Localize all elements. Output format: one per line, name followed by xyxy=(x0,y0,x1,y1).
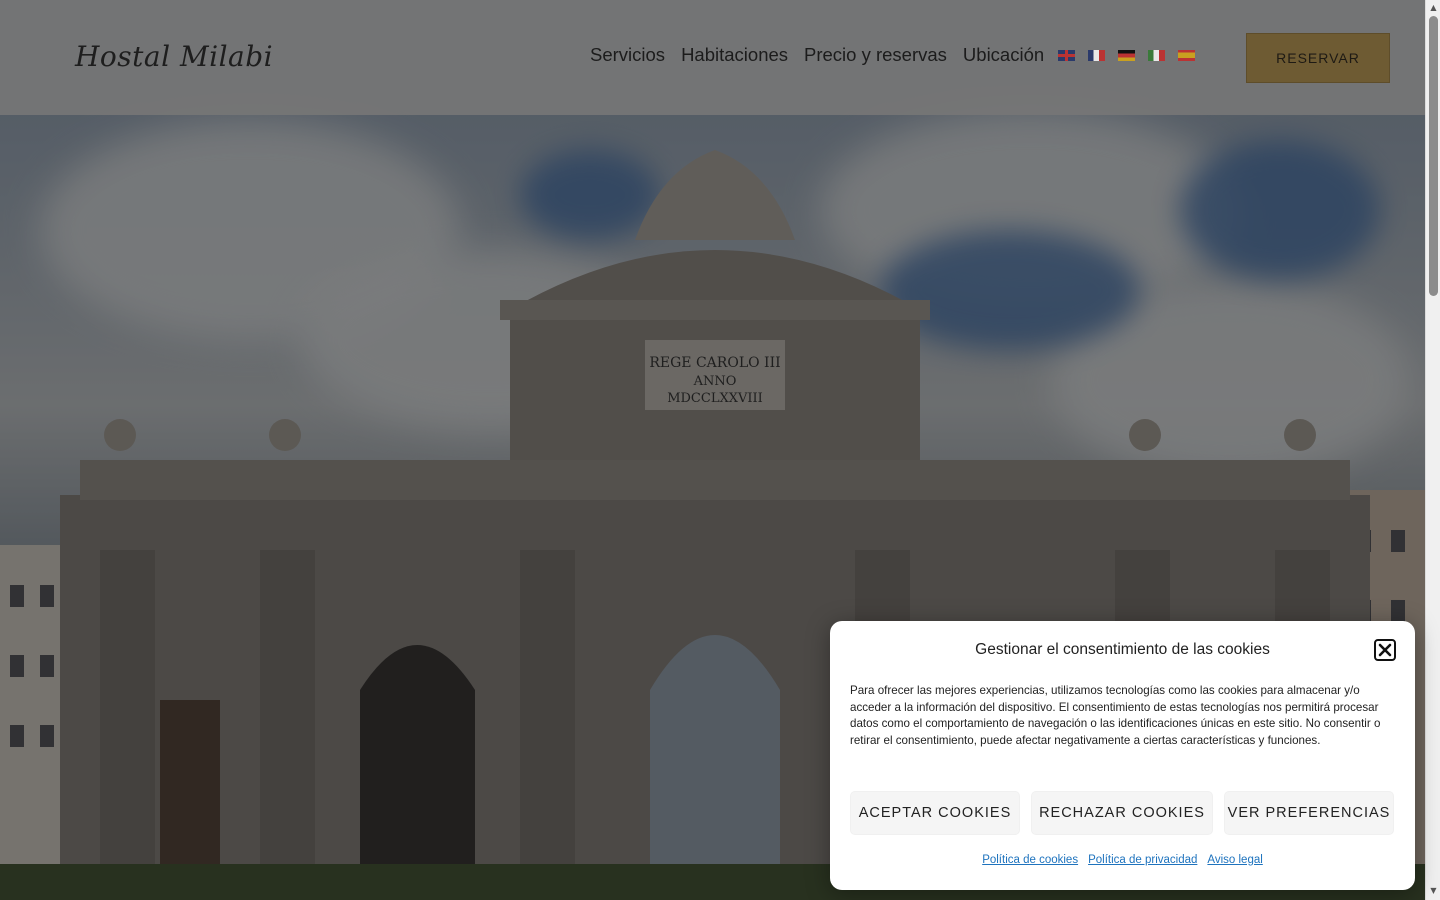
site-logo[interactable]: Hostal Milabi xyxy=(75,40,273,73)
cookie-title: Gestionar el consentimiento de las cooki… xyxy=(975,641,1270,658)
accept-cookies-button[interactable]: ACEPTAR COOKIES xyxy=(850,791,1020,835)
view-preferences-button[interactable]: VER PREFERENCIAS xyxy=(1224,791,1394,835)
flag-fr-icon[interactable] xyxy=(1088,49,1106,61)
nav-precio-reservas[interactable]: Precio y reservas xyxy=(804,44,947,66)
flag-it-icon[interactable] xyxy=(1148,49,1166,61)
cookie-close-button[interactable] xyxy=(1374,639,1396,661)
flag-uk-icon[interactable] xyxy=(1058,49,1076,61)
close-icon xyxy=(1378,643,1392,657)
flag-es-icon[interactable] xyxy=(1178,49,1196,61)
reserve-button[interactable]: RESERVAR xyxy=(1246,33,1390,83)
site-header: Hostal Milabi Servicios Habitaciones Pre… xyxy=(0,0,1425,115)
cookie-message: Para ofrecer las mejores experiencias, u… xyxy=(850,684,1381,747)
scroll-thumb[interactable] xyxy=(1429,16,1438,296)
page-scrollbar[interactable]: ▲ ▼ xyxy=(1425,0,1440,900)
nav-servicios[interactable]: Servicios xyxy=(590,44,665,66)
cookie-policy-link[interactable]: Política de cookies xyxy=(982,854,1078,866)
scroll-up-icon[interactable]: ▲ xyxy=(1429,3,1438,12)
flag-de-icon[interactable] xyxy=(1118,49,1136,61)
nav-ubicacion[interactable]: Ubicación xyxy=(963,44,1044,66)
cookie-consent-dialog: Gestionar el consentimiento de las cooki… xyxy=(830,621,1415,890)
cookie-policy-links: Política de cookies Política de privacid… xyxy=(830,854,1415,866)
reject-cookies-button[interactable]: RECHAZAR COOKIES xyxy=(1031,791,1213,835)
cookie-actions: ACEPTAR COOKIES RECHAZAR COOKIES VER PRE… xyxy=(850,791,1394,835)
privacy-policy-link[interactable]: Política de privacidad xyxy=(1088,854,1197,866)
language-switcher xyxy=(1058,49,1208,61)
scroll-down-icon[interactable]: ▼ xyxy=(1429,886,1438,895)
nav-habitaciones[interactable]: Habitaciones xyxy=(681,44,788,66)
legal-notice-link[interactable]: Aviso legal xyxy=(1207,854,1262,866)
main-nav: Servicios Habitaciones Precio y reservas… xyxy=(590,44,1208,66)
